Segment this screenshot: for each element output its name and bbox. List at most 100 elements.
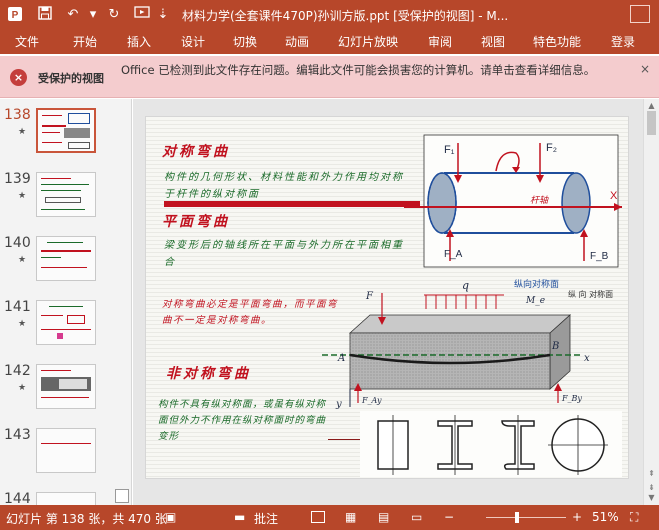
undo-dropdown-icon[interactable]: ▾	[84, 6, 102, 24]
shield-warning-icon: ×	[10, 69, 27, 86]
thumbnail-image[interactable]	[36, 108, 96, 153]
force-label-f2: F₂	[546, 142, 557, 154]
slideshow-view-icon[interactable]: ▭	[411, 510, 422, 524]
zoom-slider-thumb[interactable]	[515, 512, 519, 523]
slide-thumbnail-pane[interactable]: 138 ★ 139 ★ 140 ★ 141 ★ 142 ★ 143 144	[0, 99, 132, 505]
cross-section-figure	[360, 411, 622, 477]
thumbnail-item[interactable]: 144	[0, 485, 131, 505]
tab-file[interactable]: 文件	[15, 33, 39, 50]
undo-icon[interactable]: ↶	[64, 6, 82, 24]
slide-heading-symmetric-bending: 对称弯曲	[162, 144, 230, 160]
x-axis-label-3d: x	[584, 353, 590, 364]
thumbnail-image[interactable]	[36, 428, 96, 473]
thumbnail-number: 139	[4, 171, 31, 187]
thumbnail-number: 142	[4, 363, 31, 379]
slide-counter: 幻灯片 第 138 张，共 470 张	[6, 512, 167, 526]
thumbnail-item[interactable]: 143	[0, 421, 131, 483]
force-label-f: F	[365, 291, 374, 302]
scroll-up-icon[interactable]: ▲	[647, 101, 656, 110]
save-icon[interactable]	[36, 6, 54, 24]
tab-transitions[interactable]: 切换	[233, 33, 257, 50]
vertical-scrollbar[interactable]: ▲ ⇞ ⇟ ▼	[643, 99, 659, 505]
pane-resize-handle[interactable]	[115, 489, 129, 503]
app-logo-icon: P	[6, 6, 24, 24]
tab-design[interactable]: 设计	[181, 33, 205, 50]
tab-slideshow[interactable]: 幻灯片放映	[338, 33, 398, 50]
powerpoint-window: P ↶ ▾ ↻ ⇣ 材料力学(全套课件470P)孙训方版.ppt [受保护的视图…	[0, 0, 659, 530]
animation-star-icon: ★	[18, 127, 27, 137]
distributed-load-label: q	[462, 279, 469, 292]
y-axis-label-3d: y	[335, 399, 342, 409]
tab-insert[interactable]: 插入	[127, 33, 151, 50]
reaction-label-fay: F_Ay	[361, 396, 382, 405]
slide-text-plane-definition: 梁变形后的轴线所在平面与外力所在平面相重合	[164, 240, 404, 268]
scrollbar-thumb[interactable]	[647, 111, 656, 135]
title-bar: P ↶ ▾ ↻ ⇣ 材料力学(全套课件470P)孙训方版.ppt [受保护的视图…	[0, 0, 659, 30]
beam-3d-load-figure: 纵向对称面 q F M_e 纵 向 对称面 A B x y F_Ay F_By	[322, 278, 613, 409]
zoom-level[interactable]: 51%	[592, 510, 619, 524]
zoom-in-icon[interactable]: +	[572, 510, 582, 524]
thumbnail-item[interactable]: 138 ★	[0, 101, 131, 163]
animation-star-icon: ★	[18, 255, 27, 265]
redo-icon[interactable]: ↻	[105, 6, 123, 24]
animation-star-icon: ★	[18, 191, 27, 201]
force-label-fb: F_B	[590, 251, 609, 262]
sign-in-link[interactable]: 登录	[611, 33, 635, 50]
next-slide-icon[interactable]: ⇟	[647, 483, 656, 492]
tab-animations[interactable]: 动画	[285, 33, 309, 50]
normal-view-icon[interactable]	[311, 511, 325, 523]
tab-view[interactable]: 视图	[481, 33, 505, 50]
protected-view-message[interactable]: Office 已检测到此文件存在问题。编辑此文件可能会损害您的计算机。请单击查看…	[121, 63, 607, 77]
spelling-check-icon[interactable]: ▣	[165, 510, 176, 524]
tab-review[interactable]: 审阅	[428, 33, 452, 50]
ribbon-tab-bar: 文件 开始 插入 设计 切换 动画 幻灯片放映 审阅 视图 特色功能 登录	[0, 30, 659, 54]
thumbnail-image[interactable]	[36, 172, 96, 217]
thumbnail-item[interactable]: 140 ★	[0, 229, 131, 291]
thumbnail-item[interactable]: 139 ★	[0, 165, 131, 227]
x-axis-label: X	[610, 190, 618, 202]
customize-toolbar-icon[interactable]: ⇣	[154, 6, 172, 24]
slide-text-relationship: 对称弯曲必定是平面弯曲，而平面弯曲不一定是对称弯曲。	[162, 299, 339, 326]
slide-heading-asymmetric-bending: 非对称弯曲	[166, 366, 251, 382]
thumbnail-number: 143	[4, 427, 31, 443]
point-a-label: A	[337, 353, 345, 364]
thumbnail-image[interactable]	[36, 300, 96, 345]
ribbon-display-options-icon[interactable]	[630, 5, 650, 23]
thumbnail-number: 144	[4, 491, 31, 505]
zoom-slider[interactable]	[486, 517, 566, 518]
slide-text-symmetric-definition: 构件的几何形状、材料性能和外力作用均对称于杆件的纵对称面	[164, 172, 404, 200]
animation-star-icon: ★	[18, 383, 27, 393]
reading-view-icon[interactable]: ▤	[378, 510, 389, 524]
force-label-f1: F₁	[444, 144, 455, 156]
thumbnail-image[interactable]	[36, 364, 96, 409]
status-bar: 幻灯片 第 138 张，共 470 张 ▣ ▬ 批注 ▦ ▤ ▭ − + 51%…	[0, 505, 659, 530]
tab-special-features[interactable]: 特色功能	[533, 33, 581, 50]
slide-canvas[interactable]: 对称弯曲 构件的几何形状、材料性能和外力作用均对称于杆件的纵对称面 平面弯曲 梁…	[145, 116, 629, 479]
longitudinal-plane-label: 纵向对称面	[514, 278, 559, 290]
fit-to-window-icon[interactable]: ⛶	[630, 510, 638, 525]
notes-icon[interactable]: ▬	[234, 510, 245, 524]
moment-label: M_e	[525, 296, 545, 306]
slide-sorter-icon[interactable]: ▦	[345, 510, 356, 524]
slideshow-from-start-icon[interactable]	[133, 6, 151, 24]
thumbnail-item[interactable]: 142 ★	[0, 357, 131, 419]
thumbnail-item[interactable]: 141 ★	[0, 293, 131, 355]
scroll-down-icon[interactable]: ▼	[647, 493, 656, 502]
thumbnail-number: 141	[4, 299, 31, 315]
thumbnail-image[interactable]	[36, 492, 96, 505]
window-title: 材料力学(全套课件470P)孙训方版.ppt [受保护的视图] - M...	[182, 9, 509, 23]
protected-view-title: 受保护的视图	[38, 72, 104, 85]
animation-star-icon: ★	[18, 319, 27, 329]
side-plane-label: 纵 向 对称面	[568, 289, 613, 299]
protected-view-bar: × 受保护的视图 Office 已检测到此文件存在问题。编辑此文件可能会损害您的…	[0, 56, 659, 98]
close-message-bar-button[interactable]: ×	[640, 62, 650, 76]
thumbnail-image[interactable]	[36, 236, 96, 281]
red-divider-bar	[164, 201, 420, 207]
point-b-label: B	[551, 341, 559, 352]
thumbnail-number: 138	[4, 107, 31, 123]
zoom-out-icon[interactable]: −	[444, 510, 454, 524]
tab-home[interactable]: 开始	[73, 33, 97, 50]
previous-slide-icon[interactable]: ⇞	[647, 469, 656, 478]
force-label-fa: F_A	[444, 249, 463, 260]
comments-button[interactable]: 批注	[254, 510, 278, 527]
